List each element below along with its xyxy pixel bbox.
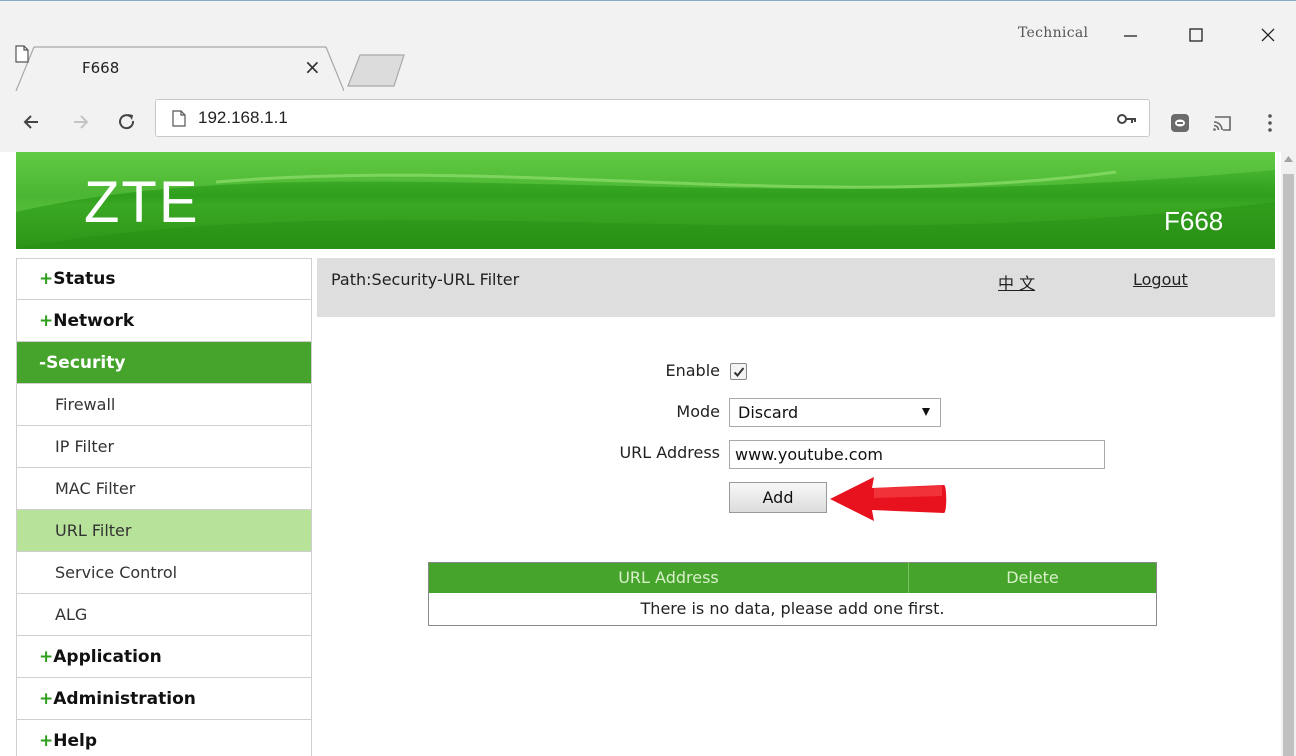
- mode-select[interactable]: Discard: [729, 398, 941, 427]
- sidebar-item-alg[interactable]: ALG: [16, 594, 312, 636]
- sidebar-item-service-control[interactable]: Service Control: [16, 552, 312, 594]
- sidebar-item-url-filter[interactable]: URL Filter: [16, 510, 312, 552]
- address-bar[interactable]: 192.168.1.1: [155, 99, 1150, 137]
- enable-label: Enable: [665, 361, 721, 380]
- path-bar: Path:Security-URL Filter 中 文 Logout: [317, 258, 1275, 317]
- sidebar-item-label: IP Filter: [55, 437, 115, 456]
- url-address-input[interactable]: [729, 440, 1105, 469]
- window-minimize-icon[interactable]: [1102, 15, 1158, 55]
- table-header-row: URL Address Delete: [428, 562, 1157, 593]
- sidebar-item-label: Network: [53, 310, 135, 331]
- scroll-up-icon[interactable]: [1281, 156, 1296, 170]
- page-icon: [172, 110, 186, 127]
- more-vert-icon[interactable]: [1256, 109, 1284, 137]
- window-close-icon[interactable]: [1240, 15, 1296, 55]
- sidebar-item-label: Status: [53, 269, 116, 289]
- sidebar-item-ip-filter[interactable]: IP Filter: [16, 426, 312, 468]
- extension-icon[interactable]: [1166, 109, 1194, 137]
- sidebar-item-status[interactable]: + Status: [16, 258, 312, 300]
- expand-plus-icon: +: [39, 646, 54, 667]
- browser-tab-active[interactable]: F668 ×: [14, 45, 344, 91]
- sidebar-item-label: Application: [53, 646, 162, 667]
- sidebar-item-label: Administration: [53, 688, 196, 709]
- sidebar-item-label: Firewall: [55, 395, 116, 414]
- new-tab-button[interactable]: [346, 53, 408, 87]
- zte-logo: ZTE: [84, 170, 200, 235]
- expand-plus-icon: +: [39, 269, 54, 289]
- sidebar-item-label: Help: [53, 730, 98, 751]
- red-pointer-arrow-icon: [830, 477, 947, 521]
- sidebar-item-mac-filter[interactable]: MAC Filter: [16, 468, 312, 510]
- profile-label[interactable]: Technical: [1018, 25, 1088, 41]
- logout-link[interactable]: Logout: [1133, 270, 1188, 289]
- url-address-label: URL Address: [619, 443, 720, 462]
- url-filter-table: URL Address Delete There is no data, ple…: [428, 562, 1157, 626]
- sidebar-item-label: Service Control: [55, 563, 178, 582]
- expand-plus-icon: +: [39, 730, 54, 751]
- expand-plus-icon: +: [39, 310, 54, 331]
- forward-arrow-icon[interactable]: [68, 109, 94, 135]
- table-row: There is no data, please add one first.: [428, 592, 1157, 626]
- sidebar-item-label: Security: [46, 352, 126, 373]
- breadcrumb: Path:Security-URL Filter: [331, 270, 520, 289]
- address-bar-url: 192.168.1.1: [198, 108, 288, 127]
- mode-label: Mode: [676, 402, 720, 421]
- banner-swoosh-decoration: [16, 152, 1275, 249]
- empty-table-message: There is no data, please add one first.: [428, 592, 1157, 626]
- sidebar-item-help[interactable]: + Help: [16, 720, 312, 756]
- language-link[interactable]: 中 文: [998, 270, 1035, 294]
- mode-select-value: Discard: [738, 403, 799, 422]
- sidebar-item-administration[interactable]: + Administration: [16, 678, 312, 720]
- reload-icon[interactable]: [114, 109, 140, 135]
- model-name: F668: [1164, 206, 1224, 236]
- scrollbar-thumb[interactable]: [1283, 174, 1294, 756]
- router-banner: ZTE F668: [16, 152, 1275, 249]
- sidebar-item-label: URL Filter: [55, 521, 132, 540]
- add-button[interactable]: Add: [729, 482, 827, 513]
- sidebar-item-label: MAC Filter: [55, 479, 136, 498]
- tab-close-icon[interactable]: ×: [304, 55, 321, 79]
- dropdown-arrow-icon: [922, 408, 930, 416]
- tab-title: F668: [82, 59, 120, 77]
- enable-checkbox[interactable]: [730, 363, 747, 380]
- sidebar-item-network[interactable]: + Network: [16, 300, 312, 342]
- expand-plus-icon: +: [39, 688, 54, 709]
- tab-shape: [15, 46, 344, 91]
- page-viewport: ZTE F668 + Status + Network - Security Fire…: [0, 152, 1281, 756]
- column-header-url-address: URL Address: [428, 562, 909, 593]
- cast-icon[interactable]: [1208, 109, 1236, 137]
- sidebar-menu: + Status + Network - Security Firewall IP F…: [16, 258, 312, 756]
- sidebar-item-security[interactable]: - Security: [16, 342, 312, 384]
- collapse-minus-icon: -: [39, 352, 47, 373]
- key-icon[interactable]: [1116, 110, 1138, 128]
- sidebar-item-application[interactable]: + Application: [16, 636, 312, 678]
- column-header-delete: Delete: [908, 562, 1157, 593]
- window-maximize-icon[interactable]: [1168, 15, 1224, 55]
- vertical-scrollbar[interactable]: [1281, 152, 1296, 756]
- sidebar-item-label: ALG: [55, 605, 88, 624]
- sidebar-item-firewall[interactable]: Firewall: [16, 384, 312, 426]
- browser-chrome: F668 × Technical 192.168.1.1: [0, 0, 1296, 153]
- browser-toolbar: 192.168.1.1: [0, 91, 1296, 153]
- checkmark-icon: [733, 366, 744, 377]
- back-arrow-icon[interactable]: [18, 109, 44, 135]
- document-icon: [15, 45, 29, 63]
